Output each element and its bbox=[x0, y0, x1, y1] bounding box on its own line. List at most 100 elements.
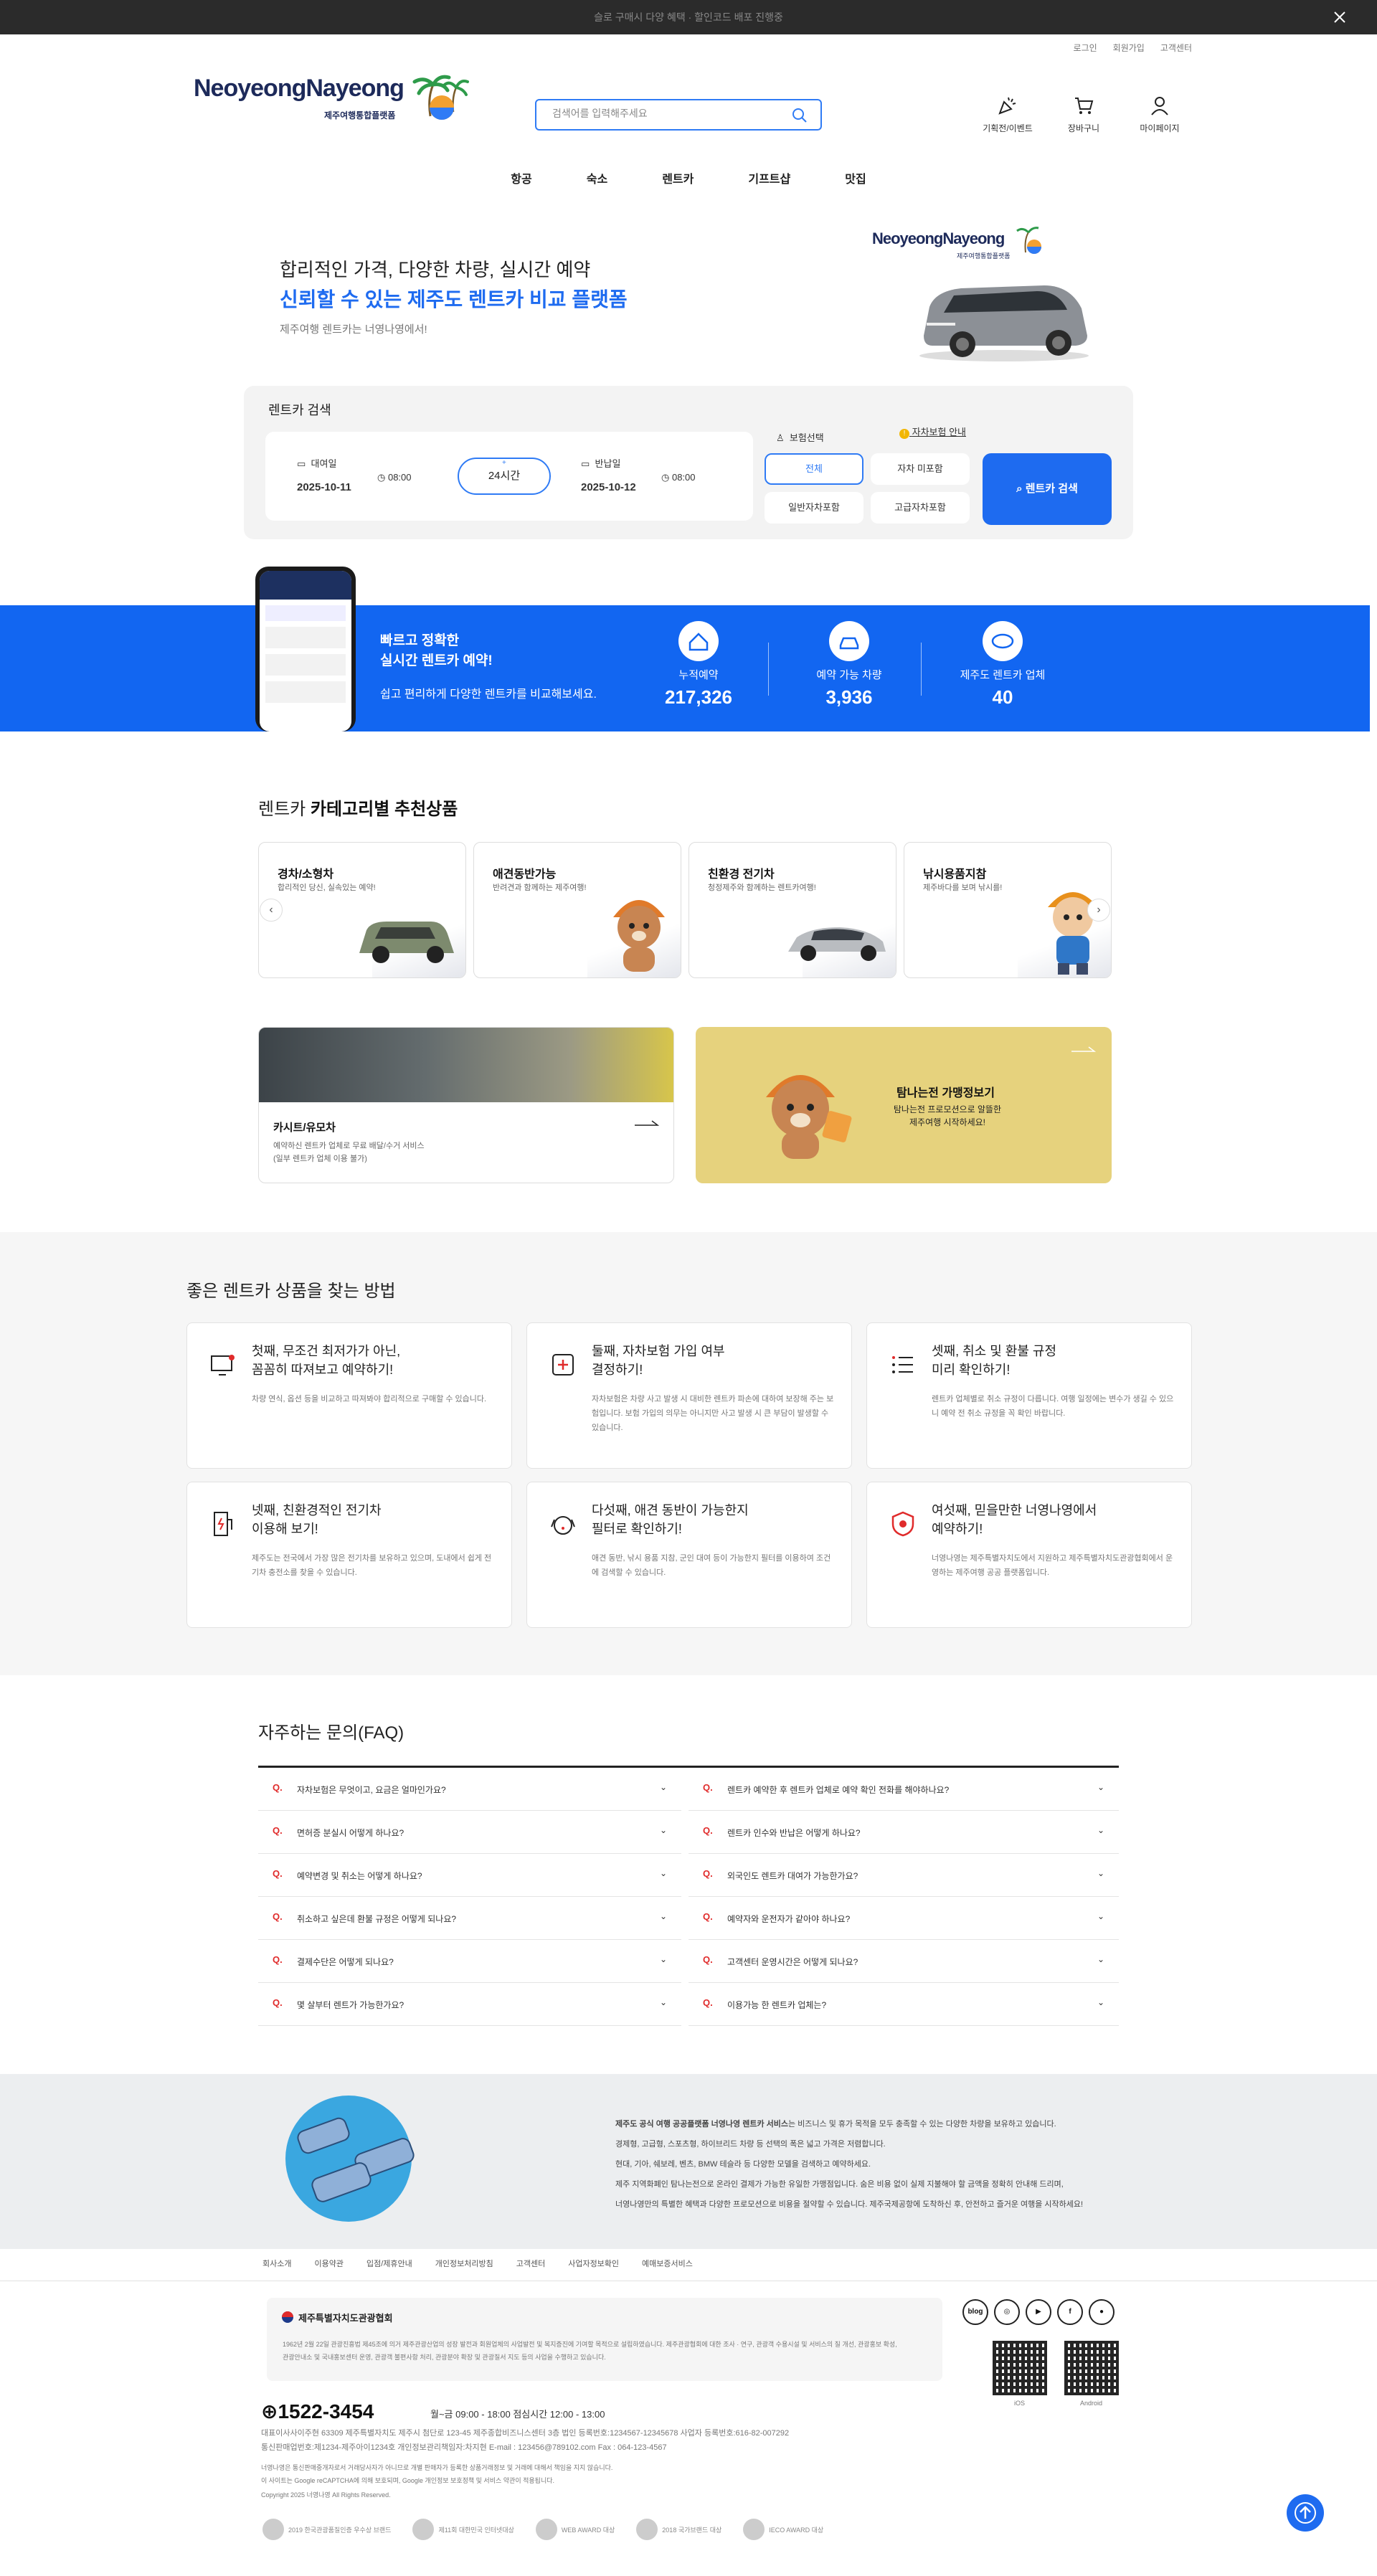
mypage-button[interactable]: 마이페이지 bbox=[1135, 95, 1185, 134]
promo-card-carseat[interactable]: 카시트/유모차 예약하신 렌트카 업체로 무료 배달/수거 서비스 (일부 렌트카… bbox=[258, 1027, 674, 1183]
facebook-icon[interactable]: f bbox=[1057, 2299, 1083, 2325]
return-time[interactable]: ◷ 08:00 bbox=[661, 472, 696, 483]
faq-item[interactable]: Q. 이용가능 한 렌트카 업체는? ⌄ bbox=[688, 1983, 1119, 2026]
carseat-image bbox=[259, 1028, 673, 1102]
copyright: Copyright 2025 너영나영 All Rights Reserved. bbox=[261, 2491, 391, 2499]
stat-label: 예약 가능 차량 bbox=[816, 669, 882, 681]
promo-card-tamna[interactable]: 탐나는전 가맹정보기 탐나는전 프로모션으로 알뜰한 제주여행 시작하세요! bbox=[696, 1027, 1112, 1183]
footer-link-partnership[interactable]: 입점/제휴안내 bbox=[366, 2258, 412, 2269]
faq-item[interactable]: Q. 렌트카 예약한 후 렌트카 업체로 예약 확인 전화를 해야하나요? ⌄ bbox=[688, 1768, 1119, 1811]
pickup-date[interactable]: ▭ 대여일 2025-10-11 bbox=[297, 456, 351, 493]
login-link[interactable]: 로그인 bbox=[1074, 42, 1097, 54]
faq-item[interactable]: Q. 면허증 분실시 어떻게 하나요? ⌄ bbox=[258, 1811, 681, 1854]
category-card-pet[interactable]: 애견동반가능 반려견과 함께하는 제주여행! bbox=[473, 842, 681, 978]
footer-link-terms[interactable]: 이용약관 bbox=[314, 2258, 343, 2269]
site-logo[interactable]: NeoyeongNayeong 제주여행통합플랫폼 bbox=[194, 75, 469, 120]
promo-title: 탐나는전 가맹정보기 bbox=[896, 1087, 995, 1099]
nav-rentcar[interactable]: 렌트카 bbox=[662, 169, 694, 186]
chevron-down-icon: ⌄ bbox=[659, 1825, 667, 1835]
insurance-option-basic[interactable]: 일반자차포함 bbox=[765, 492, 863, 524]
pickup-date-value: 2025-10-11 bbox=[297, 481, 351, 493]
award-badge: 제11회 대한민국 인터넷대상 bbox=[412, 2519, 514, 2540]
footer-link-escrow[interactable]: 예매보증서비스 bbox=[642, 2258, 693, 2269]
stat-value: 40 bbox=[992, 686, 1013, 708]
tip-title: 첫째, 무조건 최저가가 아닌, 꼼꼼히 따져보고 예약하기! bbox=[252, 1344, 401, 1377]
footer-link-business-info[interactable]: 사업자정보확인 bbox=[568, 2258, 619, 2269]
house-icon bbox=[678, 621, 719, 661]
faq-item[interactable]: Q. 취소하고 싶은데 환불 규정은 어떻게 되나요? ⌄ bbox=[258, 1897, 681, 1940]
carousel-prev-button[interactable]: ‹ bbox=[260, 899, 283, 922]
rentcar-search-title: 렌트카 검색 bbox=[268, 403, 331, 417]
blog-icon[interactable]: blog bbox=[962, 2299, 988, 2325]
category-card-ev[interactable]: 친환경 전기차 청정제주와 함께하는 렌트카여행! bbox=[688, 842, 896, 978]
nav-restaurant[interactable]: 맛집 bbox=[845, 169, 866, 186]
company-info: 대표이사사이주현 63309 제주특별자치도 제주시 첨단로 123-45 제주… bbox=[261, 2429, 790, 2438]
awards-row: 2019 한국관광품질인증 우수상 브랜드 제11회 대한민국 인터넷대상 WE… bbox=[262, 2519, 823, 2540]
insurance-option-all[interactable]: 전체 bbox=[765, 453, 863, 485]
band-desc: 쉽고 편리하게 다양한 렌트카를 비교해보세요. bbox=[380, 688, 597, 701]
carousel-next-button[interactable]: › bbox=[1087, 899, 1110, 922]
tip-title: 다섯째, 애견 동반이 가능한지 필터로 확인하기! bbox=[592, 1503, 749, 1536]
insurance-info-link[interactable]: ! 자차보험 안내 bbox=[899, 425, 966, 439]
qr-code-ios[interactable] bbox=[993, 2341, 1047, 2395]
ev-car-image bbox=[788, 927, 886, 961]
search-bar bbox=[535, 99, 822, 131]
tip-card-3: 셋째, 취소 및 환불 규정 미리 확인하기! 렌트카 업체별로 취소 규정이 다… bbox=[866, 1322, 1192, 1469]
duration-badge[interactable]: 24시간 bbox=[458, 458, 551, 495]
youtube-icon[interactable]: ▶ bbox=[1026, 2299, 1051, 2325]
instagram-icon[interactable]: ◎ bbox=[994, 2299, 1020, 2325]
hero-car-image bbox=[919, 285, 1089, 361]
tip-card-1: 첫째, 무조건 최저가가 아닌, 꼼꼼히 따져보고 예약하기! 차량 연식, 옵션… bbox=[186, 1322, 512, 1469]
search-input[interactable] bbox=[552, 108, 782, 119]
tip-card-5: 다섯째, 애견 동반이 가능한지 필터로 확인하기! 애견 동반, 낚시 용품 지… bbox=[526, 1482, 852, 1628]
cars-illustration bbox=[285, 2096, 415, 2222]
faq-item[interactable]: Q. 자차보험은 무엇이고, 요금은 얼마인가요? ⌄ bbox=[258, 1768, 681, 1811]
footer-link-company[interactable]: 회사소개 bbox=[262, 2258, 291, 2269]
association-title: 제주특별자치도관광협회 bbox=[298, 2313, 393, 2324]
utility-links: 로그인 회원가입 고객센터 bbox=[1074, 42, 1192, 54]
nav-giftshop[interactable]: 기프트샵 bbox=[748, 169, 790, 186]
nav-stay[interactable]: 숙소 bbox=[587, 169, 607, 186]
signup-link[interactable]: 회원가입 bbox=[1113, 42, 1145, 54]
qr-code-android[interactable] bbox=[1064, 2341, 1119, 2395]
main-nav: 항공 숙소 렌트카 기프트샵 맛집 bbox=[0, 169, 1377, 186]
jeju-island-icon bbox=[983, 621, 1023, 661]
customer-center-link[interactable]: 고객센터 bbox=[1160, 42, 1192, 54]
footer-link-privacy[interactable]: 개인정보처리방침 bbox=[435, 2258, 493, 2269]
faq-item[interactable]: Q. 외국인도 렌트카 대여가 가능한가요? ⌄ bbox=[688, 1854, 1119, 1897]
faq-item[interactable]: Q. 결제수단은 어떻게 되나요? ⌄ bbox=[258, 1940, 681, 1983]
nav-flight[interactable]: 항공 bbox=[511, 169, 531, 186]
footer-link-support[interactable]: 고객센터 bbox=[516, 2258, 545, 2269]
category-card-fishing[interactable]: 낚시용품지참 제주바다를 보며 낚시를! bbox=[904, 842, 1112, 978]
insurance-option-none[interactable]: 자차 미포함 bbox=[871, 453, 970, 485]
rentcar-search-button[interactable]: ⌕ 렌트카 검색 bbox=[983, 453, 1112, 525]
cart-button[interactable]: 장바구니 bbox=[1059, 95, 1109, 134]
scroll-top-button[interactable] bbox=[1287, 2494, 1324, 2532]
calendar-icon: ▭ bbox=[297, 458, 306, 469]
talk-icon[interactable]: ● bbox=[1089, 2299, 1115, 2325]
date-picker-card[interactable]: ▭ 대여일 2025-10-11 ◷ 08:00 24시간 ▭ 반납일 2025… bbox=[265, 432, 753, 521]
event-button[interactable]: 기획전/이벤트 bbox=[983, 95, 1033, 134]
mascot-image bbox=[766, 1075, 852, 1159]
faq-item[interactable]: Q. 예약자와 운전자가 같아야 하나요? ⌄ bbox=[688, 1897, 1119, 1940]
return-date[interactable]: ▭ 반납일 2025-10-12 bbox=[581, 456, 636, 493]
arrow-right-icon bbox=[635, 1120, 659, 1126]
tip-title: 여섯째, 믿을만한 너영나영에서 예약하기! bbox=[932, 1503, 1097, 1536]
tip-title: 넷째, 친환경적인 전기차 이용해 보기! bbox=[252, 1503, 382, 1536]
faq-item[interactable]: Q. 고객센터 운영시간은 어떻게 되나요? ⌄ bbox=[688, 1940, 1119, 1983]
insurance-option-premium[interactable]: 고급자차포함 bbox=[871, 492, 970, 524]
faq-title: 자주하는 문의(FAQ) bbox=[258, 1723, 404, 1743]
search-icon[interactable] bbox=[792, 108, 808, 123]
category-card-compact[interactable]: 경차/소형차 합리적인 당신, 실속있는 예약! bbox=[258, 842, 466, 978]
pickup-label: 대여일 bbox=[311, 458, 337, 469]
pickup-time[interactable]: ◷ 08:00 bbox=[377, 472, 412, 483]
logo-text: NeoyeongNayeong bbox=[194, 75, 404, 102]
faq-item[interactable]: Q. 몇 살부터 렌트가 가능한가요? ⌄ bbox=[258, 1983, 681, 2026]
faq-item[interactable]: Q. 예약변경 및 취소는 어떻게 하나요? ⌄ bbox=[258, 1854, 681, 1897]
user-icon bbox=[1151, 97, 1168, 115]
close-icon[interactable] bbox=[1331, 9, 1348, 26]
hero-subtext: 제주여행 렌트카는 너영나영에서! bbox=[280, 323, 427, 336]
award-badge: 2019 한국관광품질인증 우수상 브랜드 bbox=[262, 2519, 391, 2540]
faq-item[interactable]: Q. 렌트카 인수와 반납은 어떻게 하나요? ⌄ bbox=[688, 1811, 1119, 1854]
stat-value: 217,326 bbox=[665, 686, 732, 708]
